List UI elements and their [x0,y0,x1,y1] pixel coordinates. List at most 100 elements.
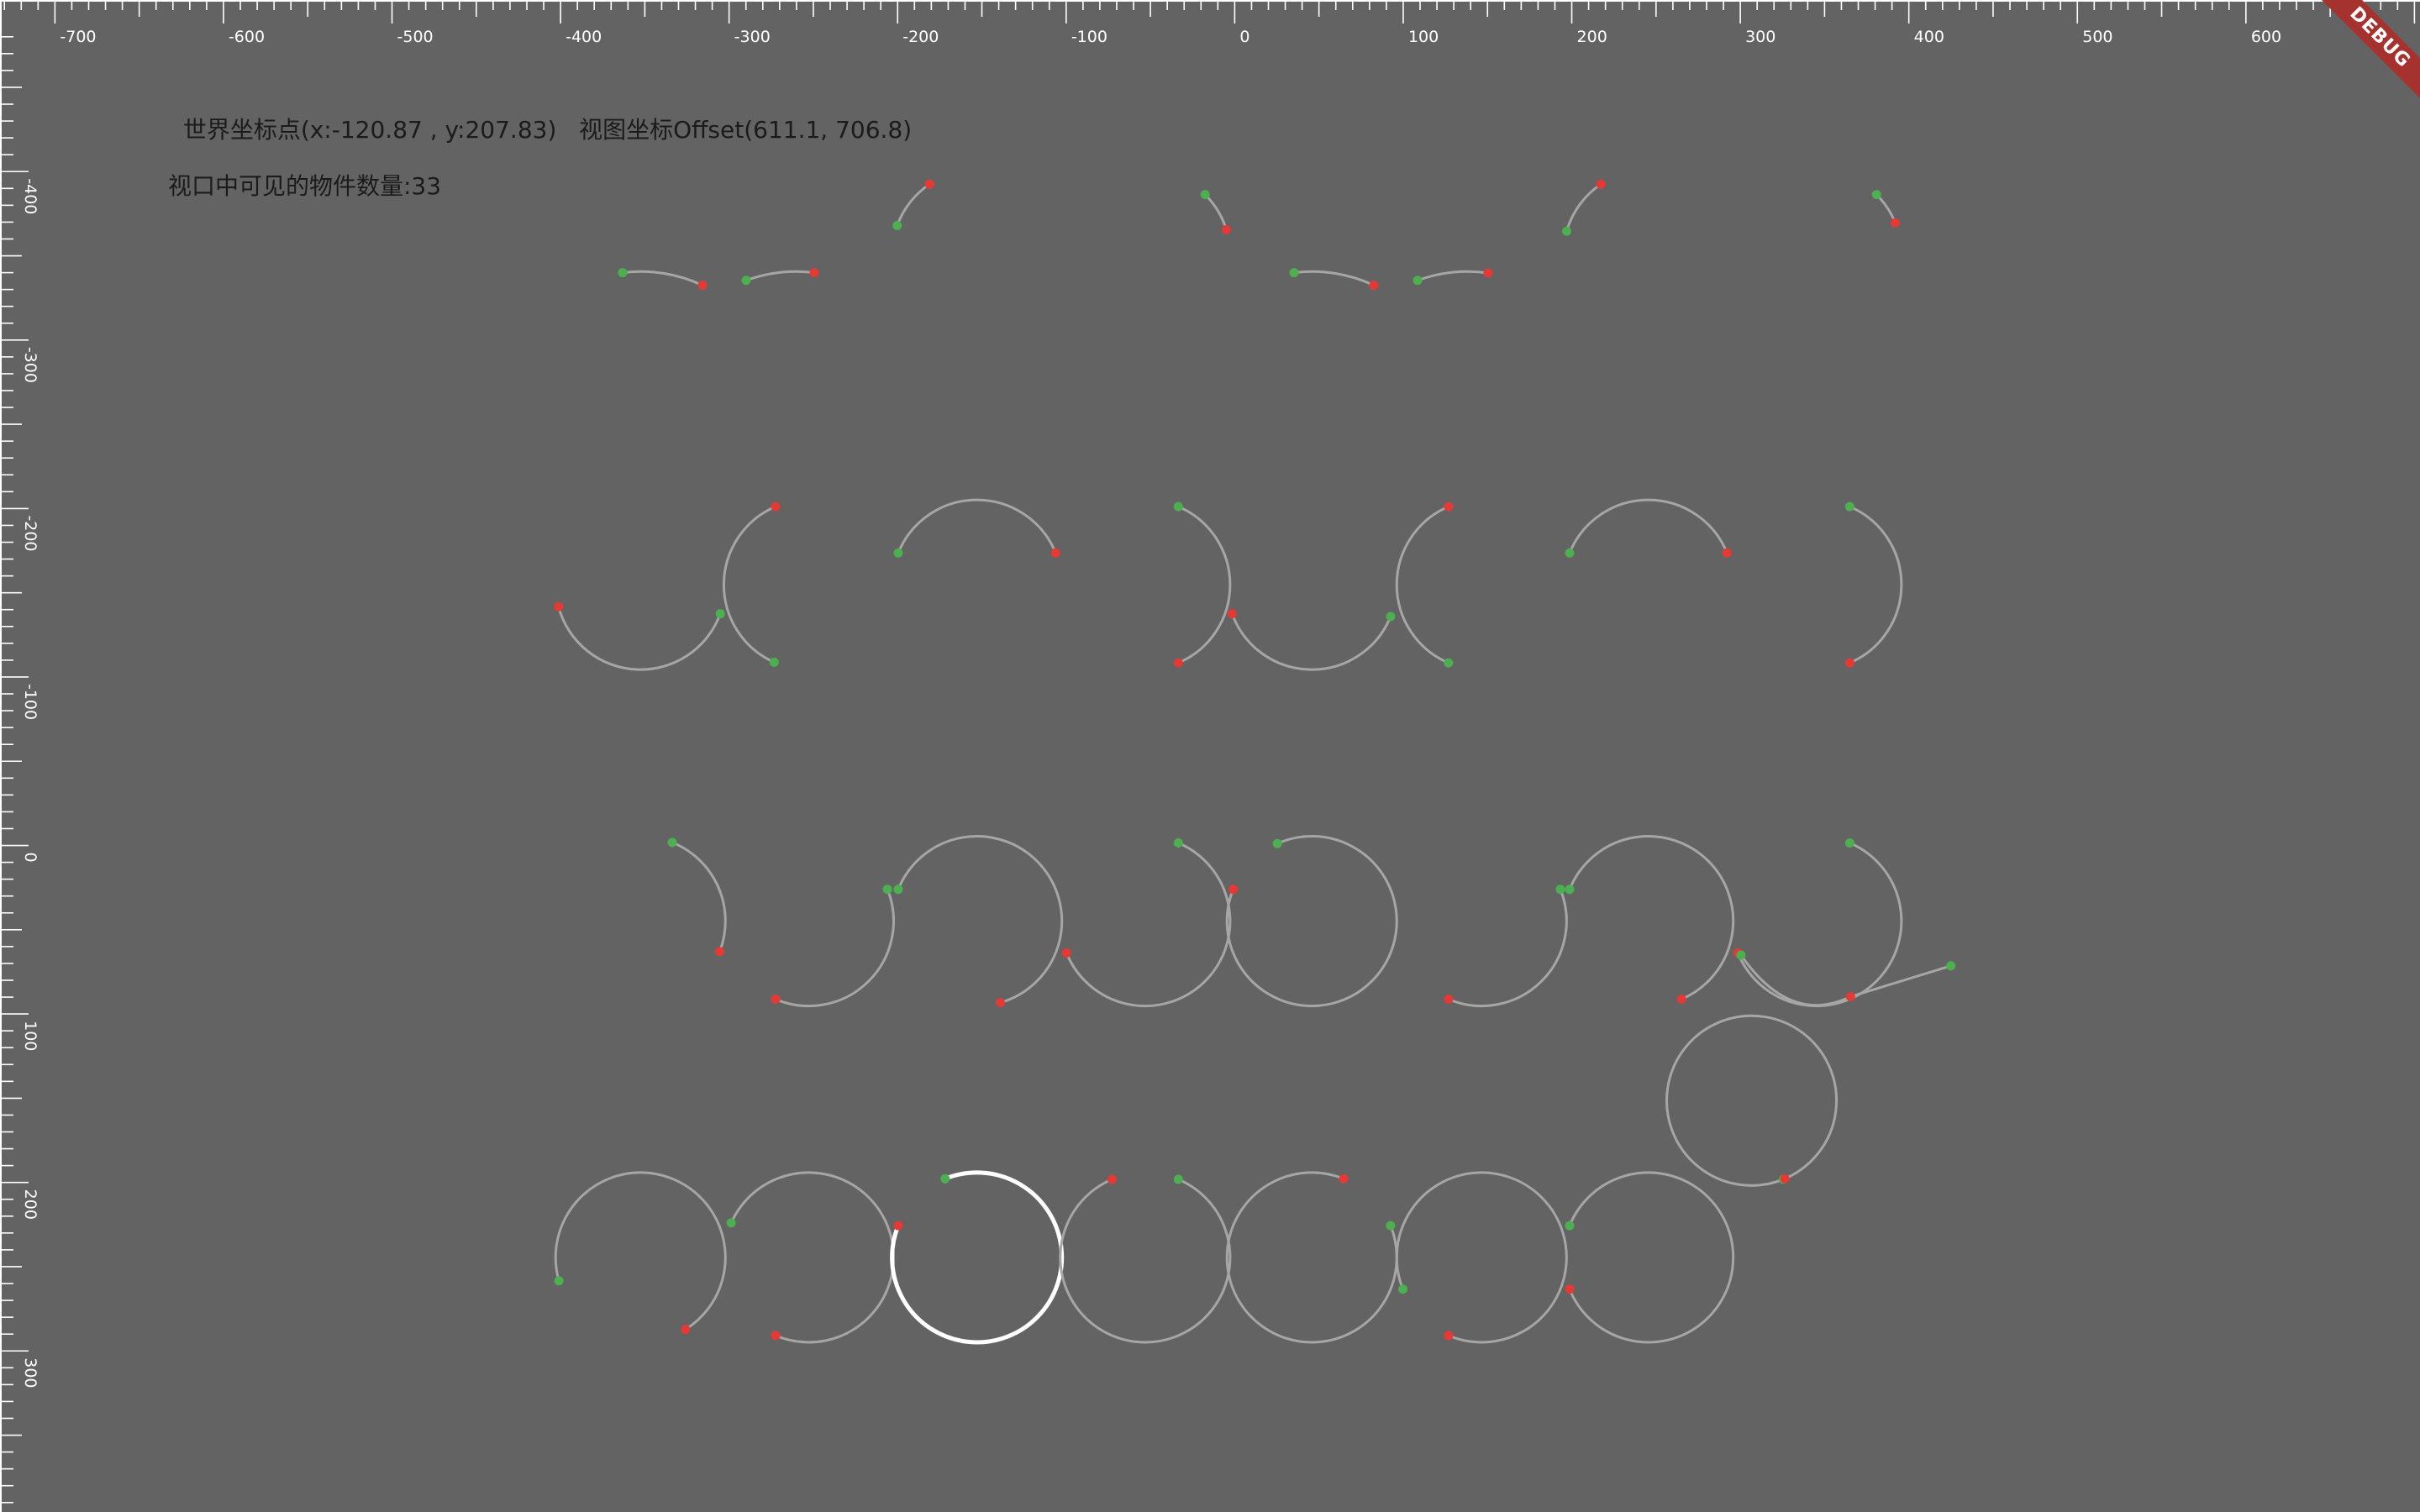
arc-start-handle[interactable] [1565,548,1575,558]
arc-end-handle[interactable] [1780,1173,1790,1184]
arc-path[interactable] [729,1171,895,1344]
arc-object[interactable] [1225,835,1398,1008]
arc-path[interactable] [745,270,815,282]
arc-object[interactable] [1395,1171,1568,1344]
arc-start-handle[interactable] [667,837,677,848]
arc-end-handle[interactable] [1676,995,1686,1005]
arc-start-handle[interactable] [1173,1174,1183,1184]
arc-object[interactable] [554,1171,727,1335]
arc-end-handle[interactable] [1722,548,1732,558]
arc-end-handle[interactable] [1444,501,1454,512]
arc-start-handle[interactable] [1398,1284,1408,1294]
arc-path[interactable] [897,835,1064,1005]
arc-start-handle[interactable] [1844,501,1854,512]
curve-path[interactable] [1739,954,1952,1007]
arc-end-handle[interactable] [554,601,564,612]
arc-start-handle[interactable] [1555,885,1565,895]
arc-end-handle[interactable] [1107,1174,1117,1184]
arc-object[interactable] [1059,1174,1232,1344]
arc-start-handle[interactable] [554,1276,564,1286]
arc-path[interactable] [1395,505,1449,664]
arc-start-handle[interactable] [1444,658,1454,668]
arc-object[interactable] [1562,179,1606,236]
arc-start-handle[interactable] [1386,612,1396,622]
arc-path[interactable] [1568,498,1728,554]
arc-object[interactable] [1061,838,1232,1007]
arc-path[interactable] [554,1171,727,1331]
arc-path[interactable] [1204,193,1228,230]
arc-object[interactable] [618,268,708,291]
arc-start-handle[interactable] [741,276,751,286]
arc-end-handle[interactable] [771,501,781,512]
arc-path[interactable] [897,498,1057,554]
arc-start-handle[interactable] [893,885,903,895]
arc-end-handle[interactable] [893,1221,903,1231]
arc-end-handle[interactable] [1369,281,1379,291]
arc-end-handle[interactable] [1444,1331,1454,1341]
arc-end-handle[interactable] [715,947,725,957]
arc-path[interactable] [722,505,776,664]
arc-end-handle[interactable] [697,281,708,291]
arc-start-handle[interactable] [715,609,725,619]
arc-object[interactable] [890,1170,1065,1345]
arc-path[interactable] [890,1170,1065,1345]
arc-path[interactable] [1568,1171,1735,1344]
arc-object[interactable] [1844,501,1903,668]
arc-start-handle[interactable] [892,221,902,231]
arc-end-handle[interactable] [1483,268,1493,278]
world-canvas[interactable] [0,0,2420,1512]
arc-object[interactable] [1413,268,1493,286]
arc-end-handle[interactable] [1228,885,1239,895]
arc-end-handle[interactable] [1565,1284,1575,1294]
arc-path[interactable] [896,183,930,227]
arc-path[interactable] [1665,1014,1838,1187]
arc-object[interactable] [1565,835,1735,1005]
arc-start-handle[interactable] [1565,885,1575,895]
arc-start-handle[interactable] [882,885,892,895]
arc-end-handle[interactable] [1339,1173,1349,1184]
arc-start-handle[interactable] [726,1218,736,1228]
curve-start-handle[interactable] [1736,950,1746,960]
arc-start-handle[interactable] [1200,190,1210,200]
curve-mid-handle[interactable] [1845,992,1855,1002]
arc-object[interactable] [1395,501,1454,668]
arc-end-handle[interactable] [681,1325,691,1335]
arc-object[interactable] [722,501,781,667]
arc-path[interactable] [1059,1178,1232,1344]
arc-start-handle[interactable] [1565,1221,1575,1231]
arc-end-handle[interactable] [771,995,781,1005]
arc-path[interactable] [1565,183,1602,232]
arc-start-handle[interactable] [893,548,903,558]
arc-object[interactable] [893,498,1060,558]
arc-path[interactable] [1225,835,1398,1008]
arc-path[interactable] [1230,613,1392,671]
arc-start-handle[interactable] [1289,268,1299,278]
arc-start-handle[interactable] [618,268,628,278]
arc-object[interactable] [1444,885,1568,1008]
arc-object[interactable] [1225,1171,1398,1344]
arc-start-handle[interactable] [1844,838,1854,848]
arc-start-handle[interactable] [1386,1221,1396,1231]
arc-end-handle[interactable] [1227,609,1237,619]
arc-path[interactable] [1849,505,1903,664]
arc-object[interactable] [667,837,727,957]
arc-object[interactable] [892,179,934,231]
arc-end-handle[interactable] [1596,179,1606,189]
arc-object[interactable] [726,1171,895,1344]
arc-start-handle[interactable] [1272,838,1282,848]
arc-end-handle[interactable] [995,998,1005,1008]
arc-end-handle[interactable] [1444,995,1454,1005]
arc-path[interactable] [1417,270,1489,282]
arc-object[interactable] [554,601,725,671]
arc-end-handle[interactable] [1061,948,1071,958]
arc-end-handle[interactable] [1844,658,1854,668]
arc-end-handle[interactable] [1050,548,1060,558]
arc-end-handle[interactable] [1173,658,1183,668]
arc-path[interactable] [1065,842,1232,1007]
arc-object[interactable] [741,268,819,286]
arc-object[interactable] [1871,190,1901,228]
arc-start-handle[interactable] [940,1173,950,1184]
arc-object[interactable] [1289,268,1379,291]
arc-start-handle[interactable] [769,657,779,667]
arc-object[interactable] [1565,498,1732,558]
